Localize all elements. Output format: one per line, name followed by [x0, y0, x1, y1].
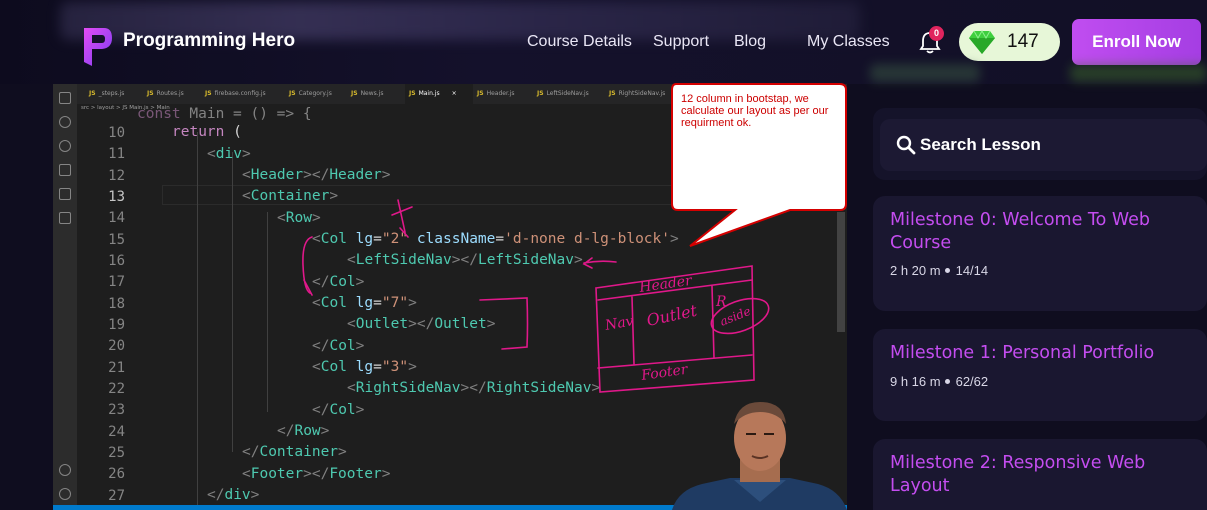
code-line: </Container> — [242, 444, 347, 460]
line-number-current: 13 — [108, 189, 125, 205]
tab-left-side-nav[interactable]: JS LeftSideNav.js — [533, 84, 605, 104]
milestone-title[interactable]: Milestone 0: Welcome To Web Course — [890, 209, 1190, 255]
tab-main[interactable]: JS Main.js × — [405, 84, 473, 104]
indent-guide — [267, 212, 268, 412]
milestone-title[interactable]: Milestone 2: Responsive Web Layout — [890, 452, 1190, 498]
milestone-duration: 2 h 20 m — [890, 263, 941, 278]
enroll-now-button[interactable]: Enroll Now — [1072, 19, 1201, 65]
extensions-icon[interactable] — [59, 188, 71, 200]
indent-guide — [197, 132, 198, 510]
code-line: </Row> — [277, 423, 330, 439]
separator-dot — [944, 379, 950, 385]
line-number: 26 — [108, 466, 125, 482]
search-icon[interactable] — [59, 116, 71, 128]
code-line: <Outlet></Outlet> — [347, 316, 496, 332]
search-icon — [896, 135, 916, 155]
source-control-icon[interactable] — [59, 140, 71, 152]
milestone-progress: 14/14 — [955, 263, 989, 278]
presenter-webcam — [672, 402, 847, 510]
line-number: 17 — [108, 274, 125, 290]
code-line: </Col> — [312, 338, 365, 354]
programming-hero-logo-icon[interactable] — [80, 24, 114, 68]
code-line: <Col lg="2" className='d-none d-lg-block… — [312, 231, 679, 247]
separator-dot — [944, 268, 950, 274]
code-line: <Header></Header> — [242, 167, 391, 183]
milestone-title[interactable]: Milestone 1: Personal Portfolio — [890, 342, 1190, 365]
code-line: <Row> — [277, 210, 321, 226]
milestone-meta: 2 h 20 m 14/14 — [890, 263, 988, 278]
indent-guide — [232, 152, 233, 452]
search-lesson-label: Search Lesson — [920, 135, 1041, 154]
tab-firebase-config[interactable]: JS firebase.config.js — [201, 84, 285, 104]
search-lesson-input[interactable]: Search Lesson — [880, 119, 1207, 171]
code-line: const Main = () => { — [137, 106, 312, 122]
speech-bubble-text: 12 column in bootstap, we calculate our … — [681, 93, 829, 129]
code-line: <LeftSideNav></LeftSideNav> — [347, 252, 583, 268]
milestone-card-1[interactable]: Milestone 1: Personal Portfolio 9 h 16 m… — [873, 329, 1207, 421]
tab-category[interactable]: JS Category.js — [285, 84, 347, 104]
explorer-icon[interactable] — [59, 92, 71, 104]
line-number: 20 — [108, 338, 125, 354]
editor-scrollbar[interactable] — [837, 212, 845, 332]
code-line: <div> — [207, 146, 251, 162]
blurred-strip — [870, 64, 980, 82]
tab-routes[interactable]: JS Routes.js — [143, 84, 201, 104]
line-number: 16 — [108, 253, 125, 269]
line-number: 24 — [108, 424, 125, 440]
gem-counter[interactable]: 147 — [959, 23, 1060, 61]
line-number: 25 — [108, 445, 125, 461]
milestone-meta: 9 h 16 m 62/62 — [890, 374, 988, 389]
code-line: <Footer></Footer> — [242, 466, 391, 482]
milestone-progress: 62/62 — [955, 374, 989, 389]
nav-blog[interactable]: Blog — [734, 33, 766, 51]
notification-count-badge: 0 — [929, 26, 944, 41]
line-number: 22 — [108, 381, 125, 397]
nav-my-classes[interactable]: My Classes — [807, 33, 890, 51]
line-number: 12 — [108, 168, 125, 184]
settings-gear-icon[interactable] — [59, 488, 71, 500]
code-line: <Container> — [242, 188, 339, 204]
tab-steps[interactable]: JS _steps.js — [85, 84, 143, 104]
code-line: <RightSideNav></RightSideNav> — [347, 380, 601, 396]
code-line: </div> — [207, 487, 260, 503]
line-number: 27 — [108, 488, 125, 504]
nav-support[interactable]: Support — [653, 33, 709, 51]
milestone-card-2[interactable]: Milestone 2: Responsive Web Layout — [873, 439, 1207, 510]
tab-news[interactable]: JS News.js — [347, 84, 405, 104]
blurred-strip — [1070, 64, 1207, 82]
line-number: 21 — [108, 360, 125, 376]
top-navbar: Programming Hero Course Details Support … — [0, 0, 1207, 84]
code-line: <Col lg="7"> — [312, 295, 417, 311]
code-line: return ( — [172, 124, 242, 140]
milestone-duration: 9 h 16 m — [890, 374, 941, 389]
diamond-gem-icon — [969, 29, 995, 54]
line-number: 15 — [108, 232, 125, 248]
tab-header[interactable]: JS Header.js — [473, 84, 533, 104]
line-number: 10 — [108, 125, 125, 141]
brand-name[interactable]: Programming Hero — [123, 30, 295, 52]
gem-count: 147 — [1007, 31, 1039, 52]
line-number: 11 — [108, 146, 125, 162]
milestone-card-0[interactable]: Milestone 0: Welcome To Web Course 2 h 2… — [873, 196, 1207, 311]
run-debug-icon[interactable] — [59, 164, 71, 176]
database-icon[interactable] — [59, 212, 71, 224]
code-line: </Col> — [312, 402, 365, 418]
line-number: 18 — [108, 296, 125, 312]
line-number: 14 — [108, 210, 125, 226]
nav-course-details[interactable]: Course Details — [527, 33, 632, 51]
line-number: 19 — [108, 317, 125, 333]
account-icon[interactable] — [59, 464, 71, 476]
code-line: </Col> — [312, 274, 365, 290]
vscode-activity-bar — [53, 84, 77, 510]
tab-right-side-nav[interactable]: JS RightSideNav.js — [605, 84, 675, 104]
code-line: <Col lg="3"> — [312, 359, 417, 375]
line-number: 23 — [108, 402, 125, 418]
